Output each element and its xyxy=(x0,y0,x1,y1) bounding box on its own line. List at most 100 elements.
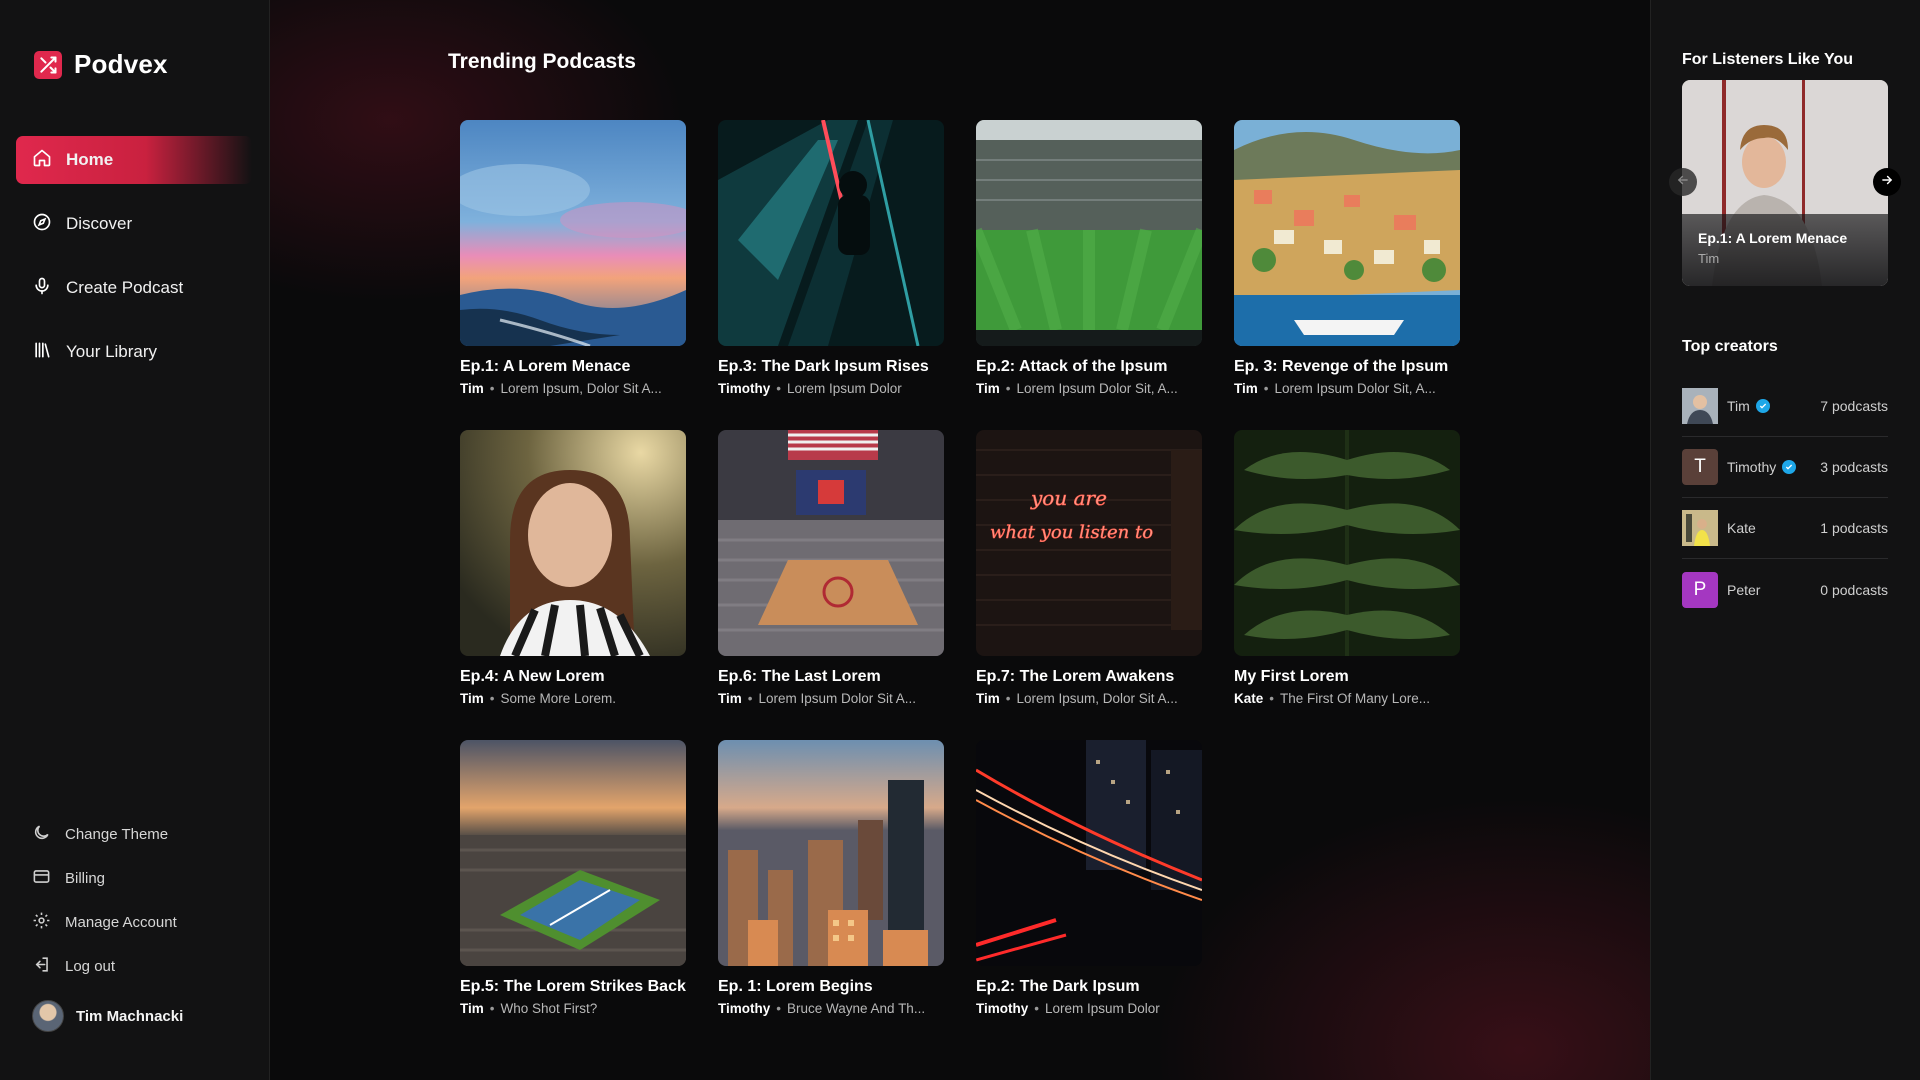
nav-item-create-podcast[interactable]: Create Podcast xyxy=(16,264,252,312)
creator-name: Tim xyxy=(1727,398,1820,414)
card-subtitle: Timothy • Lorem Ipsum Dolor xyxy=(976,1001,1202,1016)
card-author: Timothy xyxy=(976,1001,1029,1016)
user-profile[interactable]: Tim Machnacki xyxy=(32,1000,183,1032)
avatar: P xyxy=(1682,571,1718,608)
featured-podcast-card[interactable]: Ep.1: A Lorem Menace Tim xyxy=(1682,80,1888,286)
card-description: Lorem Ipsum, Dolor Sit A... xyxy=(1016,691,1178,706)
podcast-card[interactable]: Ep. 3: Revenge of the Ipsum Tim • Lorem Ip… xyxy=(1234,120,1460,396)
card-author: Tim xyxy=(460,381,484,396)
nav-item-label: Create Podcast xyxy=(66,278,184,297)
card-subtitle: Kate • The First Of Many Lore... xyxy=(1234,691,1460,706)
nav-item-discover[interactable]: Discover xyxy=(16,200,252,248)
avatar-letter: T xyxy=(1694,456,1706,477)
nav-item-your-library[interactable]: Your Library xyxy=(16,328,252,376)
top-creators-list: Tim 7 podcasts T Timothy 3 podcasts Kate… xyxy=(1682,376,1888,620)
change-theme-button[interactable]: Change Theme xyxy=(16,812,252,856)
separator-dot: • xyxy=(776,1001,781,1016)
creator-row[interactable]: T Timothy 3 podcasts xyxy=(1682,437,1888,498)
settings-nav: Change Theme Billing Manage Account Log … xyxy=(16,812,252,988)
page-title: Trending Podcasts xyxy=(448,50,636,73)
card-subtitle: Tim • Lorem Ipsum Dolor Sit, A... xyxy=(1234,381,1460,396)
main-nav: Home Discover Create Podcast Your Librar… xyxy=(16,136,252,392)
card-description: The First Of Many Lore... xyxy=(1280,691,1431,706)
podcast-card[interactable]: Ep.2: Attack of the Ipsum Tim • Lorem Ipsu… xyxy=(976,120,1202,396)
podcast-card[interactable]: Ep.1: A Lorem Menace Tim • Lorem Ipsum, Do… xyxy=(460,120,686,396)
separator-dot: • xyxy=(747,691,753,706)
card-title: Ep.1: A Lorem Menace xyxy=(460,358,631,375)
separator-dot: • xyxy=(489,381,495,396)
creator-name-text: Timothy xyxy=(1727,459,1777,475)
bottom-nav-label: Log out xyxy=(65,957,116,975)
card-description: Who Shot First? xyxy=(500,1001,598,1016)
card-description: Lorem Ipsum, Dolor Sit A... xyxy=(500,381,662,396)
podcast-cover-neon-sign: you are what you listen to xyxy=(976,430,1202,656)
card-subtitle: Tim • Lorem Ipsum, Dolor Sit A... xyxy=(976,691,1202,706)
podcast-card[interactable]: Ep.2: The Dark Ipsum Timothy • Lorem Ipsum… xyxy=(976,740,1202,1016)
card-title: Ep. 3: Revenge of the Ipsum xyxy=(1234,358,1449,375)
carousel-next-button[interactable] xyxy=(1873,168,1901,196)
moon-icon xyxy=(32,823,51,846)
logo[interactable]: Podvex xyxy=(34,49,168,80)
card-title: Ep.6: The Last Lorem xyxy=(718,668,881,685)
card-author: Tim xyxy=(460,691,484,706)
card-subtitle: Timothy • Lorem Ipsum Dolor xyxy=(718,381,944,396)
library-icon xyxy=(32,340,52,365)
separator-dot: • xyxy=(1005,381,1011,396)
podcast-card[interactable]: Ep.4: A New Lorem Tim • Some More Lorem. xyxy=(460,430,686,706)
podcast-card[interactable]: Ep.5: The Lorem Strikes Back Tim • Who Sho… xyxy=(460,740,686,1016)
neon-sign-line-1: you are xyxy=(1030,486,1107,510)
podcast-card[interactable]: Ep.6: The Last Lorem Tim • Lorem Ipsum Dol… xyxy=(718,430,944,706)
podcast-card[interactable]: Ep.3: The Dark Ipsum Rises Timothy • Lorem… xyxy=(718,120,944,396)
logout-button[interactable]: Log out xyxy=(16,944,252,988)
brand-name: Podvex xyxy=(74,49,168,79)
card-author: Tim xyxy=(718,691,742,706)
podcast-cover-city xyxy=(718,740,944,966)
creator-row[interactable]: P Peter 0 podcasts xyxy=(1682,559,1888,620)
card-subtitle: Tim • Lorem Ipsum Dolor Sit, A... xyxy=(976,381,1202,396)
avatar xyxy=(1682,388,1718,424)
verified-check-icon xyxy=(1782,460,1797,474)
podcast-card[interactable]: Ep. 1: Lorem Begins Timothy • Bruce Wayne … xyxy=(718,740,944,1016)
card-description: Lorem Ipsum Dolor xyxy=(1045,1001,1160,1016)
bottom-nav-label: Manage Account xyxy=(65,913,177,931)
billing-button[interactable]: Billing xyxy=(16,856,252,900)
separator-dot: • xyxy=(489,691,495,706)
podcast-cover-leaves xyxy=(1234,430,1460,656)
card-title: Ep.7: The Lorem Awakens xyxy=(976,668,1175,685)
arrow-left-icon xyxy=(1676,173,1690,192)
card-title: Ep.5: The Lorem Strikes Back xyxy=(460,978,686,995)
podcast-card[interactable]: My First Lorem Kate • The First Of Many Lo… xyxy=(1234,430,1460,706)
card-author: Timothy xyxy=(718,381,771,396)
nav-item-label: Discover xyxy=(66,214,133,233)
main-content: Trending Podcasts Ep.1: A Lorem Menace T… xyxy=(270,0,1919,1080)
logout-icon xyxy=(32,955,51,978)
card-subtitle: Timothy • Bruce Wayne And Th... xyxy=(718,1001,944,1016)
avatar-letter: P xyxy=(1693,578,1707,600)
podcast-cover-coastal-town xyxy=(1234,120,1460,346)
microphone-icon xyxy=(32,276,52,301)
neon-sign-line-2: what you listen to xyxy=(990,522,1153,543)
creator-name: Timothy xyxy=(1727,459,1820,475)
podcast-cover-light-trails xyxy=(976,740,1202,966)
card-author: Tim xyxy=(1234,381,1258,396)
creator-podcast-count: 7 podcasts xyxy=(1820,398,1888,414)
bottom-nav-label: Change Theme xyxy=(65,825,169,843)
nav-item-home[interactable]: Home xyxy=(16,136,252,184)
shuffle-logo-icon xyxy=(34,50,62,79)
podcast-card[interactable]: you are what you listen to Ep.7: The Lor… xyxy=(976,430,1202,706)
creator-name: Peter xyxy=(1727,582,1820,598)
card-subtitle: Tim • Who Shot First? xyxy=(460,1001,686,1016)
creator-row[interactable]: Tim 7 podcasts xyxy=(1682,376,1888,437)
podcast-cover-escalator xyxy=(718,120,944,346)
manage-account-button[interactable]: Manage Account xyxy=(16,900,252,944)
podcast-cover-arena xyxy=(718,430,944,656)
card-title: Ep.2: Attack of the Ipsum xyxy=(976,358,1168,375)
carousel-prev-button[interactable] xyxy=(1669,168,1697,196)
card-description: Lorem Ipsum Dolor Sit A... xyxy=(758,691,917,706)
podcast-cover-tennis xyxy=(460,740,686,966)
creator-name: Kate xyxy=(1727,520,1820,536)
verified-check-icon xyxy=(1755,399,1770,413)
creator-row[interactable]: Kate 1 podcasts xyxy=(1682,498,1888,559)
card-description: Some More Lorem. xyxy=(500,691,617,706)
separator-dot: • xyxy=(1263,381,1269,396)
